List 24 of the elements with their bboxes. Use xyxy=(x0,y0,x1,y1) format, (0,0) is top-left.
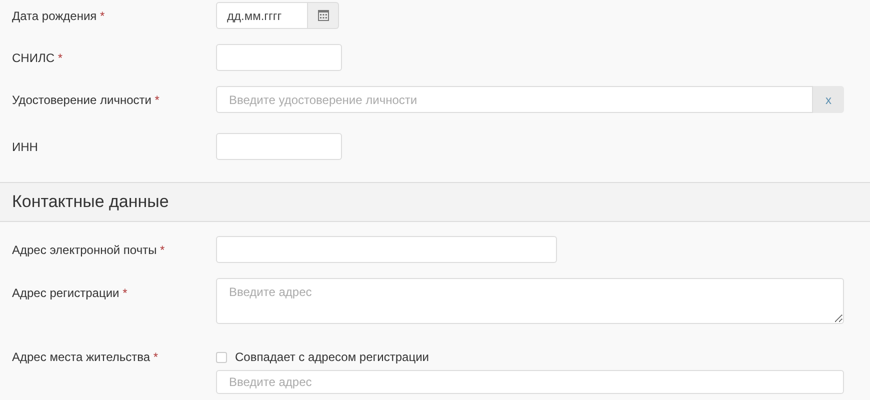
text-field[interactable] xyxy=(216,133,342,160)
required-mark: * xyxy=(154,93,160,107)
required-mark: * xyxy=(153,350,158,364)
calendar-button[interactable] xyxy=(308,2,339,29)
email-field[interactable] xyxy=(216,236,557,263)
field-label: Адрес электронной почты * xyxy=(11,243,166,257)
required-mark: * xyxy=(58,51,63,65)
required-mark: * xyxy=(122,286,128,300)
address-field[interactable]: Введите адрес xyxy=(216,278,844,324)
field-label: Адрес места жительства * xyxy=(11,350,160,364)
field-label: ИНН xyxy=(11,140,39,154)
section-title: Контактные данные xyxy=(12,192,169,212)
required-mark: * xyxy=(100,9,105,23)
same-address-checkbox[interactable]: Совпадает с адресом регистрации xyxy=(216,350,844,364)
search-field[interactable]: Введите удостоверение личности xyxy=(216,86,813,113)
address-field[interactable]: Введите адрес xyxy=(216,370,844,394)
text-field[interactable] xyxy=(216,44,342,71)
date-field[interactable]: дд.мм.гггг xyxy=(216,2,308,29)
required-mark: * xyxy=(160,243,165,257)
field-label: СНИЛС * xyxy=(11,51,64,65)
calendar-icon xyxy=(318,10,328,21)
field-label: Адрес регистрации * xyxy=(11,286,128,300)
field-label: Удостоверение личности * xyxy=(11,93,160,107)
field-label: Дата рождения * xyxy=(11,9,106,23)
